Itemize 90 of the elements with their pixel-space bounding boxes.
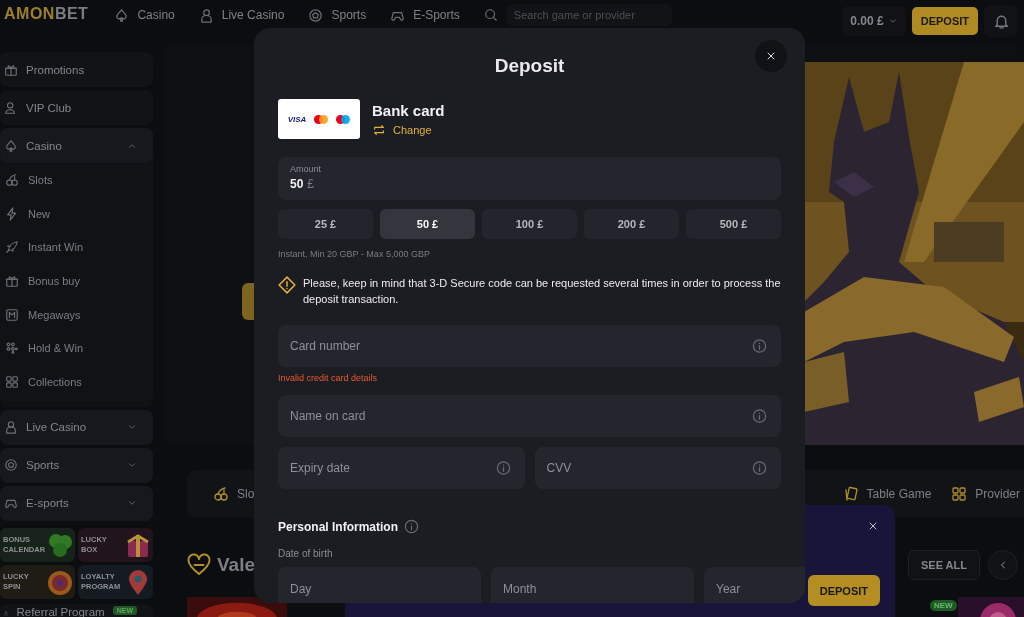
balance-amount: 0.00 £ xyxy=(850,14,884,28)
bolt-icon xyxy=(5,206,19,221)
sidebar-group-header[interactable]: Casino xyxy=(0,128,153,163)
sidebar-item[interactable]: VIP Club xyxy=(0,90,153,125)
amount-preset[interactable]: 200 £ xyxy=(584,209,679,239)
warning-icon xyxy=(278,276,296,294)
sidebar-subitem[interactable]: Collections xyxy=(0,365,153,399)
cards-icon xyxy=(842,486,859,502)
letter-m-icon xyxy=(5,307,19,322)
new-badge: NEW xyxy=(930,600,957,611)
nav-label: Casino xyxy=(137,8,175,22)
limits-text: Instant, Min 20 GBP - Max 5,000 GBP xyxy=(278,249,431,261)
maestro-icon xyxy=(336,114,351,124)
sidebar-item[interactable]: Promotions xyxy=(0,52,153,87)
sidebar-subitem[interactable]: Megaways xyxy=(0,297,153,332)
user-icon xyxy=(4,100,18,115)
sidebar-group-header[interactable]: E-sports xyxy=(0,485,153,521)
nav-label: Live Casino xyxy=(221,8,285,22)
section-title: Vale xyxy=(217,554,256,576)
rocket-icon xyxy=(5,240,19,255)
cvv-field[interactable]: CVV xyxy=(534,447,781,489)
bell-icon xyxy=(992,12,1010,30)
grid-icon xyxy=(5,374,19,389)
logo[interactable]: AMONBET xyxy=(4,5,89,23)
gift-icon xyxy=(4,62,18,77)
info-icon xyxy=(752,460,767,476)
sidebar-group-header[interactable]: Live Casino xyxy=(0,409,153,445)
notice-text: Please, keep in mind that 3-D Secure code can be requested several times in order to process the deposit transaction. xyxy=(303,276,781,307)
search-field[interactable]: Search game or provider xyxy=(505,4,672,26)
field-label: Date of birth xyxy=(278,548,334,559)
info-icon xyxy=(495,460,511,476)
day-field[interactable]: Day xyxy=(278,567,481,603)
expiry-date-field[interactable]: Expiry date xyxy=(278,447,525,489)
sidebar-subitem[interactable]: Instant Win xyxy=(0,230,153,265)
ball-icon xyxy=(4,458,18,473)
nav-link[interactable]: E-Sports xyxy=(390,7,460,23)
ball-icon xyxy=(308,7,324,23)
category-tab[interactable]: Table Game xyxy=(838,474,936,514)
deposit-button[interactable]: DEPOSIT xyxy=(911,7,978,35)
visa-logo: VISA xyxy=(287,114,307,124)
month-field[interactable]: Month xyxy=(491,567,694,603)
amount-field[interactable]: Amount 50 £ xyxy=(278,157,781,200)
spade-icon xyxy=(114,7,130,23)
category-tab[interactable]: Slo xyxy=(187,474,265,514)
payment-method-name: Bank card xyxy=(372,101,445,119)
nav-link[interactable]: Live Casino xyxy=(198,7,285,23)
amount-preset[interactable]: 100 £ xyxy=(482,209,577,239)
nav-link[interactable]: Casino xyxy=(114,7,175,23)
category-tab[interactable]: Provider xyxy=(947,474,1024,514)
chevron-down-icon xyxy=(887,16,898,26)
cherry-icon xyxy=(5,172,19,187)
deposit-button[interactable]: DEPOSIT xyxy=(807,575,880,606)
nav-label: Sports xyxy=(331,8,367,22)
info-icon xyxy=(752,408,767,424)
heart-icon xyxy=(187,553,211,577)
dialog-title: Deposit xyxy=(494,55,565,78)
cherry-icon xyxy=(213,486,229,502)
close-icon xyxy=(765,50,777,62)
year-field[interactable]: Year xyxy=(704,567,805,603)
field-label: Amount xyxy=(290,164,323,174)
sidebar-subitem[interactable]: Slots xyxy=(0,163,153,197)
sidebar-subitem[interactable]: Bonus buy xyxy=(0,264,153,298)
nav-link[interactable]: Sports xyxy=(308,7,367,23)
nav-label: E-Sports xyxy=(413,8,460,22)
spade-icon xyxy=(4,138,18,153)
amount-preset[interactable]: 500 £ xyxy=(686,209,781,239)
mastercard-icon xyxy=(314,114,329,124)
currency-sign: £ xyxy=(307,177,315,191)
card-number-field[interactable]: Card number xyxy=(278,325,781,367)
balance-dropdown[interactable]: 0.00 £ xyxy=(842,6,906,36)
amount-preset[interactable]: 25 £ xyxy=(278,209,373,239)
info-icon xyxy=(404,519,420,534)
notifications-button[interactable] xyxy=(984,5,1018,37)
sidebar-subitem[interactable]: Hold & Win xyxy=(0,331,153,366)
see-all-button[interactable]: SEE ALL xyxy=(907,550,980,580)
section-title: Personal Information xyxy=(278,519,399,534)
amount-value: 50 xyxy=(290,177,304,191)
info-icon xyxy=(752,338,767,354)
sidebar-subitem[interactable]: New xyxy=(0,196,153,231)
swap-icon xyxy=(372,122,386,137)
grid-icon xyxy=(951,486,968,502)
close-icon xyxy=(867,520,879,532)
change-link[interactable]: Change xyxy=(372,122,445,137)
gift-icon xyxy=(5,273,19,288)
error-message: Invalid credit card details xyxy=(278,373,379,385)
search-icon xyxy=(483,8,498,22)
sidebar-group-header[interactable]: Sports xyxy=(0,447,153,483)
dots-icon xyxy=(5,341,19,356)
amount-preset[interactable]: 50 £ xyxy=(380,209,475,239)
name-on-card-field[interactable]: Name on card xyxy=(278,395,781,437)
